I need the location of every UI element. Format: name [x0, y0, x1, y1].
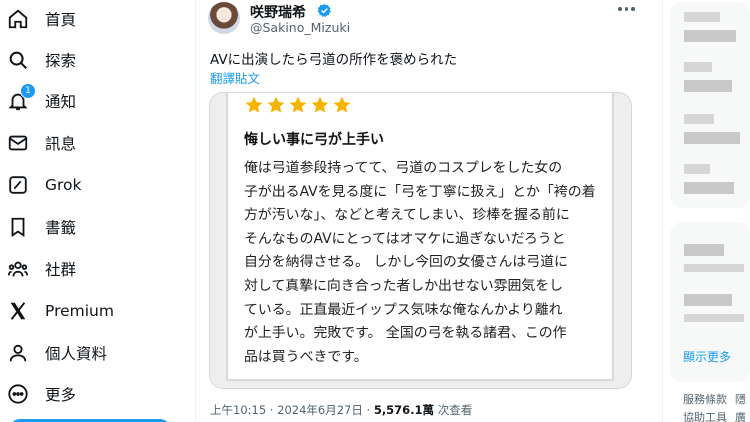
sidebar-item-label: Grok — [45, 176, 82, 194]
star-icon — [311, 96, 329, 113]
mail-icon — [6, 131, 30, 155]
star-icon — [267, 96, 285, 113]
tweet-metadata: 上午10:15 · 2024年6月27日 · 5,576.1萬 次查看 — [210, 403, 473, 417]
review-line: 俺は弓道参段持ってて、弓道のコスプレをした女の — [244, 160, 563, 176]
notification-badge: 1 — [20, 83, 36, 99]
avatar[interactable] — [208, 2, 240, 34]
view-count-label: 次查看 — [437, 403, 473, 417]
sidebar-item-label: 更多 — [45, 386, 77, 404]
profile-icon — [6, 341, 30, 365]
sidebar-item-explore[interactable]: 探索 — [6, 43, 76, 77]
footer-link-accessibility[interactable]: 協助工具 — [683, 409, 727, 422]
bookmark-icon — [6, 215, 30, 239]
tweet-detail: 咲野瑞希 @Sakino_Mizuki AVに出演したら弓道の所作を褒められた … — [196, 0, 662, 422]
author-handle[interactable]: @Sakino_Mizuki — [250, 20, 350, 35]
sidebar-item-bookmarks[interactable]: 書籤 — [6, 210, 76, 244]
more-options-icon[interactable] — [618, 2, 638, 16]
star-icon — [289, 96, 307, 113]
tweet-text: AVに出演したら弓道の所作を褒められた — [210, 52, 458, 68]
author-name[interactable]: 咲野瑞希 — [250, 2, 306, 22]
view-count: 5,576.1萬 — [373, 403, 435, 417]
star-icon — [245, 96, 263, 113]
review-line: ている。正直最近イップス気味な俺なんかより離れ — [244, 301, 563, 318]
review-line: そんなものAVにとってはオマケに過ぎないだろうと — [244, 230, 566, 247]
star-icon — [333, 96, 351, 113]
sidebar-item-label: 訊息 — [45, 135, 77, 153]
rating-stars — [244, 95, 352, 115]
show-more-link[interactable]: 顯示更多 — [683, 348, 731, 365]
sidebar-item-label: 個人資料 — [45, 345, 108, 363]
sidebar-item-home[interactable]: 首頁 — [6, 2, 76, 36]
more-circle-icon — [6, 382, 30, 406]
footer-link-privacy[interactable]: 隱 — [735, 391, 746, 407]
sidebar-item-label: Premium — [45, 302, 114, 320]
verified-badge-icon — [317, 3, 331, 17]
review-line: 自分を納得させる。 しかし今回の女優さんは弓道に — [244, 254, 568, 271]
sidebar-item-more[interactable]: 更多 — [6, 377, 76, 411]
grok-icon — [6, 173, 30, 197]
trending-card — [670, 2, 750, 208]
sidebar-item-label: 書籤 — [45, 219, 77, 237]
translate-post-link[interactable]: 翻譯貼文 — [210, 68, 260, 87]
review-body: 俺は弓道参段持ってて、弓道のコスプレをした女の 子が出るAVを見る度に「弓を丁寧… — [244, 157, 609, 369]
sidebar-item-grok[interactable]: Grok — [6, 168, 82, 202]
sidebar-item-messages[interactable]: 訊息 — [6, 126, 76, 160]
communities-icon — [6, 257, 30, 281]
footer-link-terms[interactable]: 服務條款 — [683, 391, 727, 407]
sidebar-item-premium[interactable]: Premium — [6, 294, 114, 328]
review-line: 子が出るAVを見る度に「弓を丁寧に扱え」とか「袴の着 — [244, 183, 596, 200]
review-title: 悔しい事に弓が上手い — [244, 132, 384, 148]
sidebar-item-profile[interactable]: 個人資料 — [6, 336, 107, 370]
review-line: 方が汚いな」、などと考えてしまい、珍棒を握る前に — [244, 207, 570, 224]
review-line: が上手い。完敗です。 全国の弓を執る諸君、この作 — [244, 325, 567, 342]
tweet-date[interactable]: 2024年6月27日 — [277, 403, 363, 417]
review-card: 悔しい事に弓が上手い 俺は弓道参段持ってて、弓道のコスプレをした女の 子が出るA… — [226, 93, 614, 381]
home-icon — [6, 7, 30, 31]
review-line: 対して真摯に向き合った者しか出せない雰囲気をし — [244, 277, 564, 294]
sidebar-item-label: 探索 — [45, 52, 77, 70]
footer-link-ads[interactable]: 廣 — [735, 409, 746, 422]
sidebar-item-label: 通知 — [45, 93, 77, 111]
bell-icon: 1 — [6, 83, 36, 113]
sidebar-item-communities[interactable]: 社群 — [6, 252, 76, 286]
tweet-image[interactable]: 悔しい事に弓が上手い 俺は弓道参段持ってて、弓道のコスプレをした女の 子が出るA… — [209, 92, 632, 389]
search-icon — [6, 48, 30, 72]
sidebar-item-label: 社群 — [45, 261, 77, 279]
sidebar-item-label: 首頁 — [45, 11, 77, 29]
review-line: 品は買うべきです。 — [244, 348, 368, 365]
sidebar-nav: 首頁 探索 1 通知 訊息 Grok 書籤 社群 Premium 個人資料 更多 — [0, 0, 195, 422]
tweet-time[interactable]: 上午10:15 — [210, 403, 266, 417]
sidebar-item-notifications[interactable]: 1 通知 — [6, 83, 77, 118]
right-sidebar: 顯示更多 服務條款 隱 協助工具 廣 — [663, 0, 750, 422]
x-logo-icon — [6, 299, 30, 323]
